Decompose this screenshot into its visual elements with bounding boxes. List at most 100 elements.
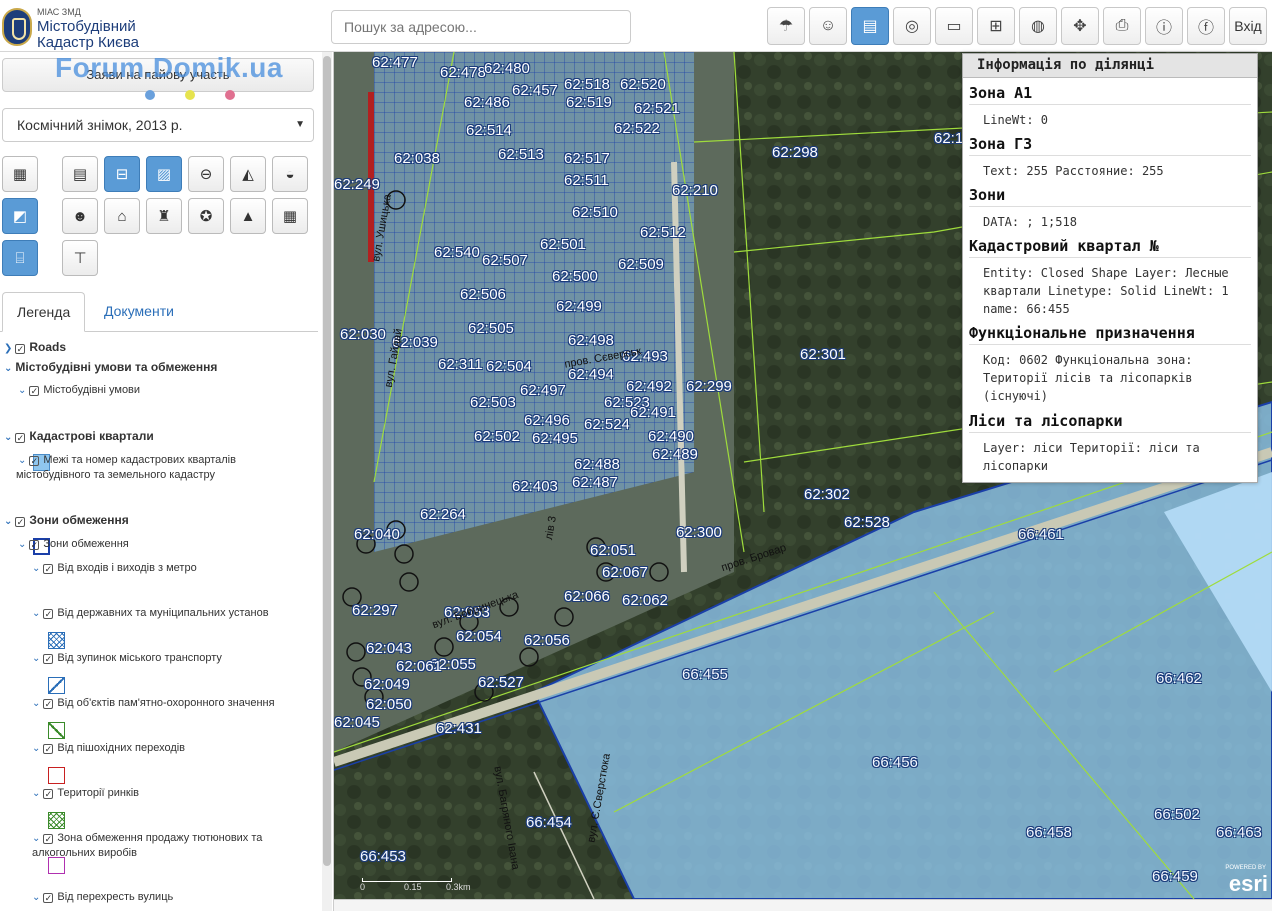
parcel-label[interactable]: 62:301 — [800, 346, 846, 363]
parcel-label[interactable]: 62:520 — [620, 76, 666, 93]
globe-pin-button[interactable]: ◍ — [1019, 7, 1057, 45]
parcel-label[interactable]: 62:496 — [524, 412, 570, 429]
login-button[interactable]: Вхід — [1229, 7, 1267, 45]
parcel-label[interactable]: 62:062 — [622, 592, 668, 609]
parcel-label[interactable]: 62:517 — [564, 150, 610, 167]
tab-legend[interactable]: Легенда — [2, 292, 86, 332]
checkbox[interactable]: ✓ — [43, 564, 54, 574]
parcel-label[interactable]: 62:043 — [366, 640, 412, 657]
parcel-label[interactable]: 66:456 — [872, 754, 918, 771]
parcel-label[interactable]: 62:524 — [584, 416, 630, 433]
parcel-label[interactable]: 62:054 — [456, 628, 502, 645]
road-layer-button[interactable]: ▲ — [230, 198, 266, 234]
clipboard-button[interactable]: ▤ — [851, 7, 889, 45]
parcel-label[interactable]: 62:298 — [772, 144, 818, 161]
basemap-select[interactable]: Космічний знімок, 2013 р. ▼ — [2, 108, 314, 142]
checkbox[interactable]: ✓ — [43, 699, 54, 709]
print-button[interactable]: ⎙ — [1103, 7, 1141, 45]
parcel-label[interactable]: 62:540 — [434, 244, 480, 261]
parcel-label[interactable]: 62:522 — [614, 120, 660, 137]
legend-group-urban[interactable]: ⌄ Містобудівні умови та обмеження — [4, 360, 217, 374]
move-button[interactable]: ✥ — [1061, 7, 1099, 45]
info-button[interactable]: ⓘ — [1145, 7, 1183, 45]
parcel-label[interactable]: 62:512 — [640, 224, 686, 241]
restriction-layer-button[interactable]: ⊖ — [188, 156, 224, 192]
parcel-label[interactable]: 62:492 — [626, 378, 672, 395]
parcel-label[interactable]: 62:521 — [634, 100, 680, 117]
parcel-label[interactable]: 66:453 — [360, 848, 406, 865]
parcel-label[interactable]: 66:458 — [1026, 824, 1072, 841]
parcel-label[interactable]: 62:040 — [354, 526, 400, 543]
parcel-label[interactable]: 62:513 — [498, 146, 544, 163]
parcel-label[interactable]: 62:030 — [340, 326, 386, 343]
legend-item-tobacco[interactable]: ⌄ ✓ Зона обмеження продажу тютюнових та — [32, 832, 262, 844]
checkbox[interactable]: ✓ — [15, 433, 26, 443]
scrollbar-thumb[interactable] — [323, 56, 331, 866]
parcel-label[interactable]: 62:311 — [438, 356, 483, 373]
legend-item-transit-stops[interactable]: ⌄ ✓ Від зупинок міського транспорту — [32, 652, 222, 664]
parcel-label[interactable]: 62:503 — [470, 394, 516, 411]
parcel-label[interactable]: 62:056 — [524, 632, 570, 649]
parcel-label[interactable]: 62:1 — [934, 130, 963, 147]
parcel-label[interactable]: 66:459 — [1152, 868, 1198, 885]
parcel-label[interactable]: 62:528 — [844, 514, 890, 531]
legend-item-crossings[interactable]: ⌄ ✓ Від пішохідних переходів — [32, 742, 185, 754]
parcel-label[interactable]: 62:457 — [512, 82, 558, 99]
building-layer-button[interactable]: ⌸ — [2, 240, 38, 276]
parcel-label[interactable]: 62:038 — [394, 150, 440, 167]
tab-documents[interactable]: Документи — [90, 292, 188, 332]
legend-group-cadastral[interactable]: ⌄ ✓ Кадастрові квартали — [4, 429, 154, 443]
parcel-label[interactable]: 62:527 — [478, 674, 524, 691]
sidebar-scrollbar[interactable] — [322, 52, 332, 911]
parcel-label[interactable]: 62:045 — [334, 714, 380, 731]
legend-item-cadastral-bounds[interactable]: ⌄ ✓ Межі та номер кадастрових кварталів — [18, 454, 236, 466]
parcel-label[interactable]: 62:489 — [652, 446, 698, 463]
hatch-layer-button[interactable]: ▨ — [146, 156, 182, 192]
legend-item-urban-conditions[interactable]: ⌄ ✓ Містобудівні умови — [18, 384, 140, 396]
parcel-label[interactable]: 62:299 — [686, 378, 732, 395]
parcel-label[interactable]: 66:455 — [682, 666, 728, 683]
checkbox[interactable]: ✓ — [43, 609, 54, 619]
parcel-label[interactable]: 62:504 — [486, 358, 532, 375]
parcel-label[interactable]: 62:486 — [464, 94, 510, 111]
parcel-label[interactable]: 66:502 — [1154, 806, 1200, 823]
parcel-label[interactable]: 62:061 — [396, 658, 442, 675]
compass-button[interactable]: ◎ — [893, 7, 931, 45]
measure-area-button[interactable]: ⊞ — [977, 7, 1015, 45]
parcel-label[interactable]: 62:487 — [572, 474, 618, 491]
parcel-label[interactable]: 62:249 — [334, 176, 380, 193]
parcel-label[interactable]: 62:431 — [436, 720, 482, 737]
parcel-label[interactable]: 62:505 — [468, 320, 514, 337]
parcel-label[interactable]: 62:488 — [574, 456, 620, 473]
parcel-label[interactable]: 62:497 — [520, 382, 566, 399]
parcel-label[interactable]: 62:491 — [630, 404, 676, 421]
parcel-label[interactable]: 62:403 — [512, 478, 558, 495]
parcel-label[interactable]: 62:514 — [466, 122, 512, 139]
carousel-dot[interactable] — [185, 90, 195, 100]
checkbox[interactable]: ✓ — [43, 654, 54, 664]
parcel-label[interactable]: 62:518 — [564, 76, 610, 93]
parcel-label[interactable]: 62:499 — [556, 298, 602, 315]
market-layer-button[interactable]: ▦ — [272, 198, 308, 234]
checkbox[interactable]: ✓ — [29, 386, 40, 396]
parcel-label[interactable]: 62:480 — [484, 60, 530, 77]
legend-item-restrictions[interactable]: ⌄ ✓ Зони обмеження — [18, 538, 129, 550]
parcel-label[interactable]: 62:495 — [532, 430, 578, 447]
parcel-label[interactable]: 62:510 — [572, 204, 618, 221]
legend-item-monuments[interactable]: ⌄ ✓ Від об'єктів пам'ятно-охоронного значе… — [32, 697, 275, 709]
parcel-label[interactable]: 62:506 — [460, 286, 506, 303]
parcel-label[interactable]: 62:477 — [372, 54, 418, 71]
legend-item-government[interactable]: ⌄ ✓ Від державних та муніципальних установ — [32, 607, 269, 619]
checkbox[interactable]: ✓ — [15, 517, 26, 527]
checkbox[interactable]: ✓ — [43, 744, 54, 754]
shield-layer-button[interactable]: ◒ — [272, 156, 308, 192]
person-button[interactable]: ☺ — [809, 7, 847, 45]
legend-item-markets[interactable]: ⌄ ✓ Території ринків — [32, 787, 139, 799]
address-search-input[interactable] — [331, 10, 631, 44]
ruler-button[interactable]: ▭ — [935, 7, 973, 45]
parcel-label[interactable]: 62:066 — [564, 588, 610, 605]
parcel-label[interactable]: 62:507 — [482, 252, 528, 269]
weather-button[interactable]: ☂ — [767, 7, 805, 45]
carousel-dot[interactable] — [225, 90, 235, 100]
parcel-label[interactable]: 62:501 — [540, 236, 586, 253]
